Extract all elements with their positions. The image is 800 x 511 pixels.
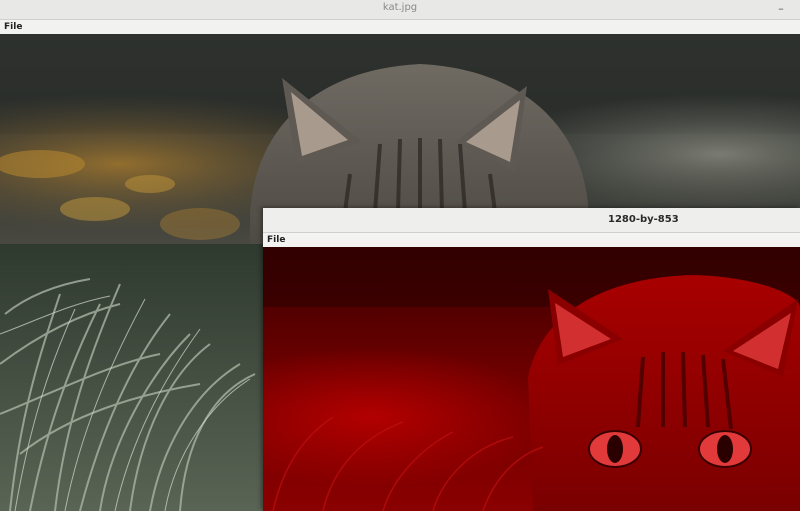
main-window-titlebar[interactable]: kat.jpg – <box>0 0 800 20</box>
second-window-title: 1280-by-853 <box>608 214 679 225</box>
red-channel-photo <box>263 247 800 511</box>
main-window-title: kat.jpg <box>382 2 418 13</box>
red-channel-window: 1280-by-853 File <box>263 208 800 511</box>
main-file-menu[interactable]: File <box>2 20 24 34</box>
second-window-menubar: File <box>263 233 800 247</box>
main-window-menubar: File <box>0 20 800 34</box>
second-file-menu[interactable]: File <box>265 233 287 247</box>
red-channel-canvas <box>263 247 800 511</box>
minimize-button[interactable]: – <box>774 0 788 18</box>
second-window-titlebar[interactable]: 1280-by-853 <box>263 208 800 233</box>
